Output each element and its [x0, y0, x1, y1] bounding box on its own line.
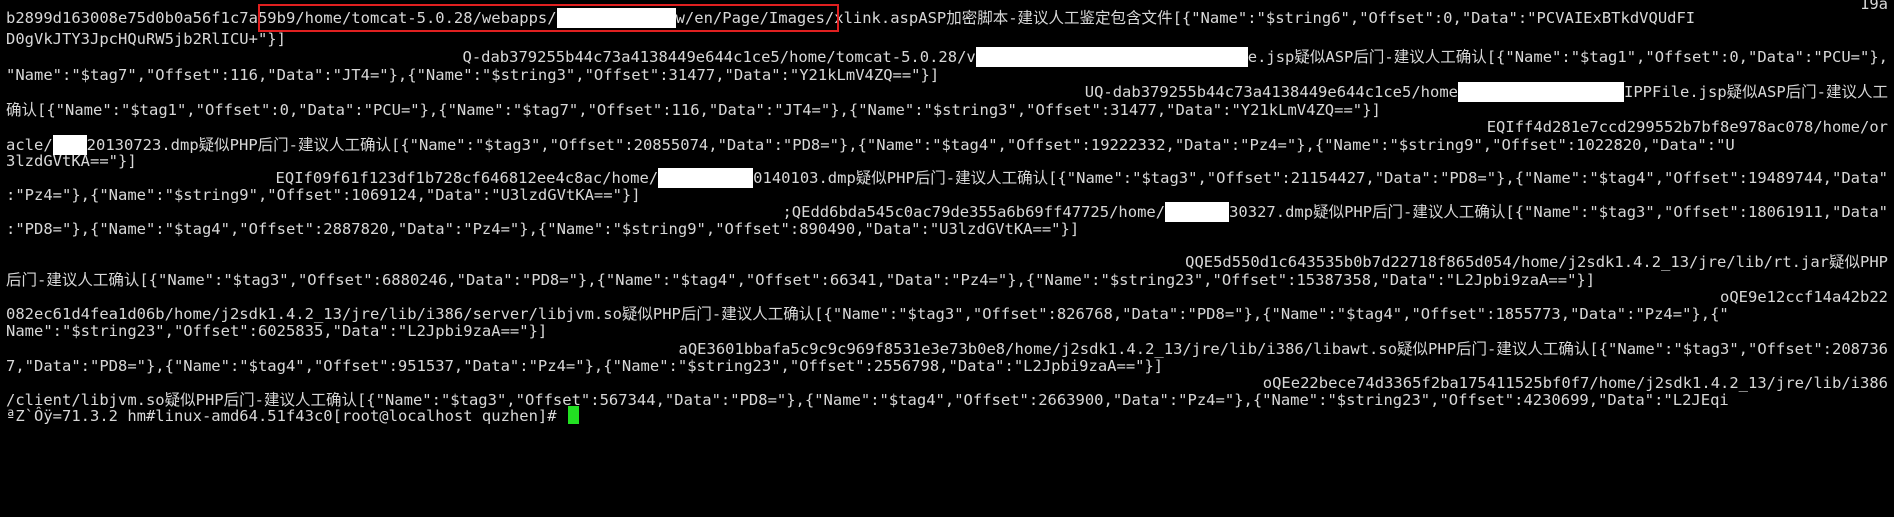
output-line: :"PD8="},{"Name":"$tag4","Offset":288782… [6, 220, 1080, 238]
red-highlight-box [258, 4, 839, 32]
redaction-mask [975, 47, 1248, 67]
redaction-mask [1458, 82, 1625, 102]
text-cursor [567, 406, 579, 424]
prompt-line[interactable]: ªZ`Ôÿ=71.3.2 hm#linux-amd64.51f43c0[root… [6, 406, 1888, 427]
shell-prompt: [root@localhost quzhen]# [332, 407, 566, 425]
terminal-window[interactable]: 19a b2899d163008e75d0b0a56f1c7a59b9/home… [0, 0, 1894, 517]
prompt-garbage-text: ªZ`Ôÿ=71.3.2 hm#linux-amd64.51f43c0 [6, 407, 333, 425]
